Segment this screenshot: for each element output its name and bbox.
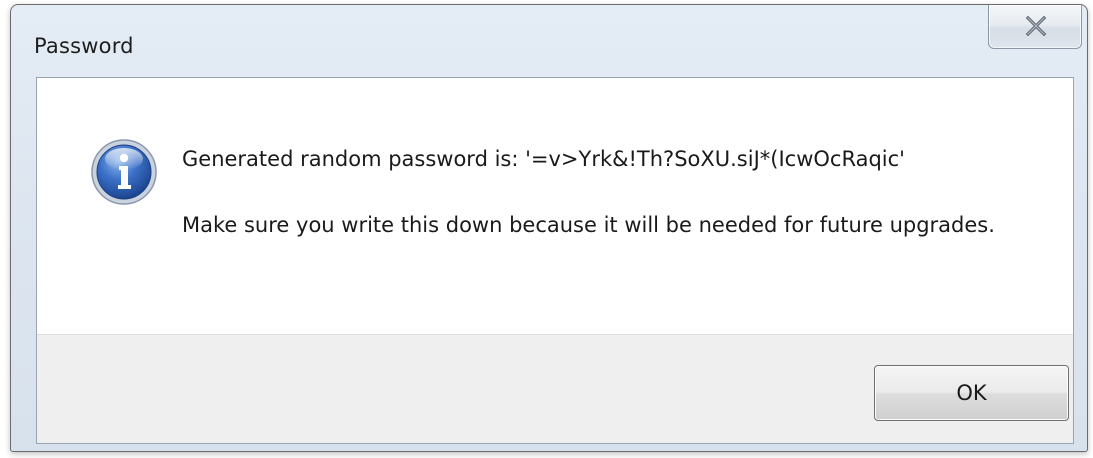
dialog-content: Generated random password is: '=v>Yrk&!T… [36,77,1074,444]
information-icon [91,139,157,205]
window-title: Password [34,34,134,58]
close-button[interactable] [988,5,1082,49]
title-bar[interactable]: Password [11,5,1087,75]
close-x-icon [1025,15,1047,37]
button-bar: OK [37,334,1073,443]
password-dialog: Password Generated random password is: '… [10,4,1088,452]
warning-message: Make sure you write this down because it… [182,213,995,237]
password-message: Generated random password is: '=v>Yrk&!T… [182,147,905,171]
ok-button[interactable]: OK [874,365,1069,421]
message-area: Generated random password is: '=v>Yrk&!T… [37,78,1073,334]
